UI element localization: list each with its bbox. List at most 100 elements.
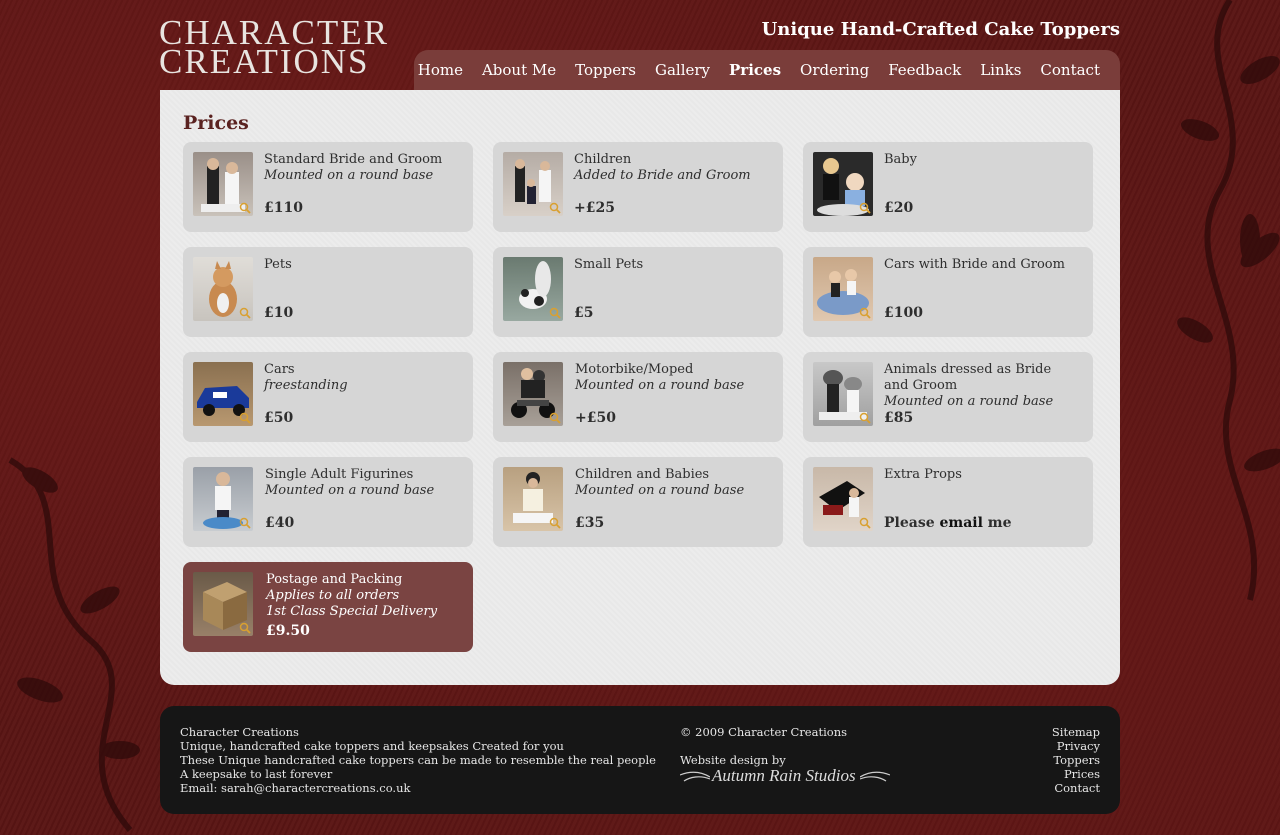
- product-thumbnail[interactable]: [503, 467, 563, 531]
- footer-design-by: Website design by: [680, 753, 786, 767]
- product-thumbnail[interactable]: [503, 152, 563, 216]
- card-price: £35: [575, 515, 605, 531]
- card-price: £85: [884, 410, 914, 426]
- footer-email[interactable]: Email: sarah@charactercreations.co.uk: [180, 781, 656, 795]
- card-title: Cars: [264, 362, 295, 377]
- nav-gallery[interactable]: Gallery: [655, 61, 710, 79]
- nav-prices[interactable]: Prices: [729, 61, 781, 79]
- magnify-icon: [549, 202, 561, 214]
- site-tagline: Unique Hand-Crafted Cake Toppers: [761, 19, 1120, 40]
- studio-name: Autumn Rain Studios: [712, 766, 856, 785]
- card-title: Children: [574, 152, 632, 167]
- card-title: Single Adult Figurines: [265, 467, 414, 482]
- card-title: Animals dressed as Bride and Groom: [884, 362, 1052, 393]
- product-thumbnail[interactable]: [503, 257, 563, 321]
- footer-links: Sitemap Privacy Toppers Prices Contact: [1052, 725, 1100, 795]
- product-thumbnail[interactable]: [193, 152, 253, 216]
- card-title: Pets: [264, 257, 292, 272]
- price-card[interactable]: Children Added to Bride and Groom +£25: [493, 142, 783, 232]
- price-card[interactable]: Small Pets £5: [493, 247, 783, 337]
- wing-left-icon: [680, 771, 710, 782]
- footer-copyright: © 2009 Character Creations: [680, 725, 848, 739]
- footer-line: Unique, handcrafted cake toppers and kee…: [180, 739, 564, 753]
- card-subtitle: Added to Bride and Groom: [574, 168, 751, 183]
- product-thumbnail[interactable]: [193, 572, 253, 636]
- nav-toppers[interactable]: Toppers: [575, 61, 636, 79]
- price-card[interactable]: Baby £20: [803, 142, 1093, 232]
- footer-link-prices[interactable]: Prices: [1052, 767, 1100, 781]
- magnify-icon: [239, 202, 251, 214]
- footer-line: Character Creations: [180, 725, 299, 739]
- price-card[interactable]: Children and Babies Mounted on a round ba…: [493, 457, 783, 547]
- nav-feedback[interactable]: Feedback: [888, 61, 961, 79]
- product-thumbnail[interactable]: [193, 362, 253, 426]
- price-card[interactable]: Extra Props Please email me: [803, 457, 1093, 547]
- magnify-icon: [859, 202, 871, 214]
- price-card[interactable]: Single Adult Figurines Mounted on a round…: [183, 457, 473, 547]
- footer-about: Character Creations Unique, handcrafted …: [180, 725, 656, 795]
- floral-swirl-right: [1177, 0, 1280, 601]
- price-card[interactable]: Animals dressed as Bride and Groom Mounte…: [803, 352, 1093, 442]
- footer-link-contact[interactable]: Contact: [1052, 781, 1100, 795]
- price-card[interactable]: Standard Bride and Groom Mounted on a rou…: [183, 142, 473, 232]
- site-footer: Character Creations Unique, handcrafted …: [160, 706, 1120, 814]
- product-thumbnail[interactable]: [813, 467, 873, 531]
- footer-link-sitemap[interactable]: Sitemap: [1052, 725, 1100, 739]
- card-subtitle: Applies to all orders: [266, 588, 400, 603]
- magnify-icon: [239, 622, 251, 634]
- magnify-icon: [239, 412, 251, 424]
- card-subtitle: Mounted on a round base: [264, 168, 434, 183]
- product-thumbnail[interactable]: [503, 362, 563, 426]
- product-thumbnail[interactable]: [813, 362, 873, 426]
- card-title: Baby: [884, 152, 917, 167]
- nav-contact[interactable]: Contact: [1040, 61, 1100, 79]
- main-content: Prices Standard Bride and Groom Mounted o…: [160, 90, 1120, 685]
- nav-about-me[interactable]: About Me: [482, 61, 556, 79]
- price-card-postage[interactable]: Postage and Packing Applies to all orders…: [183, 562, 473, 652]
- card-title: Motorbike/Moped: [575, 362, 694, 377]
- footer-link-privacy[interactable]: Privacy: [1052, 739, 1100, 753]
- product-thumbnail[interactable]: [193, 467, 253, 531]
- card-title: Cars with Bride and Groom: [884, 257, 1065, 272]
- card-price: £50: [264, 410, 294, 426]
- logo-line-2: CREATIONS: [159, 42, 370, 81]
- card-title: Children and Babies: [575, 467, 710, 482]
- studio-logo[interactable]: Autumn Rain Studios: [680, 766, 890, 785]
- card-subtitle: freestanding: [264, 378, 348, 393]
- footer-line: A keepsake to last forever: [180, 767, 333, 781]
- card-price: +£50: [575, 410, 616, 426]
- card-price: £20: [884, 200, 914, 216]
- card-subtitle: Mounted on a round base: [265, 483, 435, 498]
- card-subtitle-2: 1st Class Special Delivery: [266, 604, 438, 619]
- price-card[interactable]: Cars freestanding £50: [183, 352, 473, 442]
- card-title: Extra Props: [884, 467, 962, 482]
- nav-home[interactable]: Home: [418, 61, 463, 79]
- card-subtitle: Mounted on a round base: [575, 378, 745, 393]
- price-card[interactable]: Motorbike/Moped Mounted on a round base +…: [493, 352, 783, 442]
- floral-swirl-left: [8, 457, 140, 832]
- magnify-icon: [239, 307, 251, 319]
- magnify-icon: [859, 412, 871, 424]
- footer-line: These Unique handcrafted cake toppers ca…: [180, 753, 656, 767]
- product-thumbnail[interactable]: [193, 257, 253, 321]
- email-link[interactable]: email: [940, 515, 983, 531]
- card-price: +£25: [574, 200, 615, 216]
- nav-ordering[interactable]: Ordering: [800, 61, 869, 79]
- magnify-icon: [549, 412, 561, 424]
- magnify-icon: [549, 307, 561, 319]
- price-card[interactable]: Pets £10: [183, 247, 473, 337]
- footer-credits: © 2009 Character Creations Website desig…: [680, 725, 890, 785]
- main-nav: Home About Me Toppers Gallery Prices Ord…: [414, 50, 1120, 90]
- footer-link-toppers[interactable]: Toppers: [1052, 753, 1100, 767]
- card-subtitle: Mounted on a round base: [884, 394, 1054, 409]
- product-thumbnail[interactable]: [813, 257, 873, 321]
- nav-links[interactable]: Links: [980, 61, 1021, 79]
- product-thumbnail[interactable]: [813, 152, 873, 216]
- site-logo[interactable]: CHARACTER CREATIONS: [159, 15, 389, 81]
- card-title: Postage and Packing: [266, 572, 403, 587]
- card-price: £110: [264, 200, 303, 216]
- card-title: Small Pets: [574, 257, 644, 272]
- price-card[interactable]: Cars with Bride and Groom £100: [803, 247, 1093, 337]
- page-title: Prices: [183, 112, 249, 134]
- card-price: £100: [884, 305, 923, 321]
